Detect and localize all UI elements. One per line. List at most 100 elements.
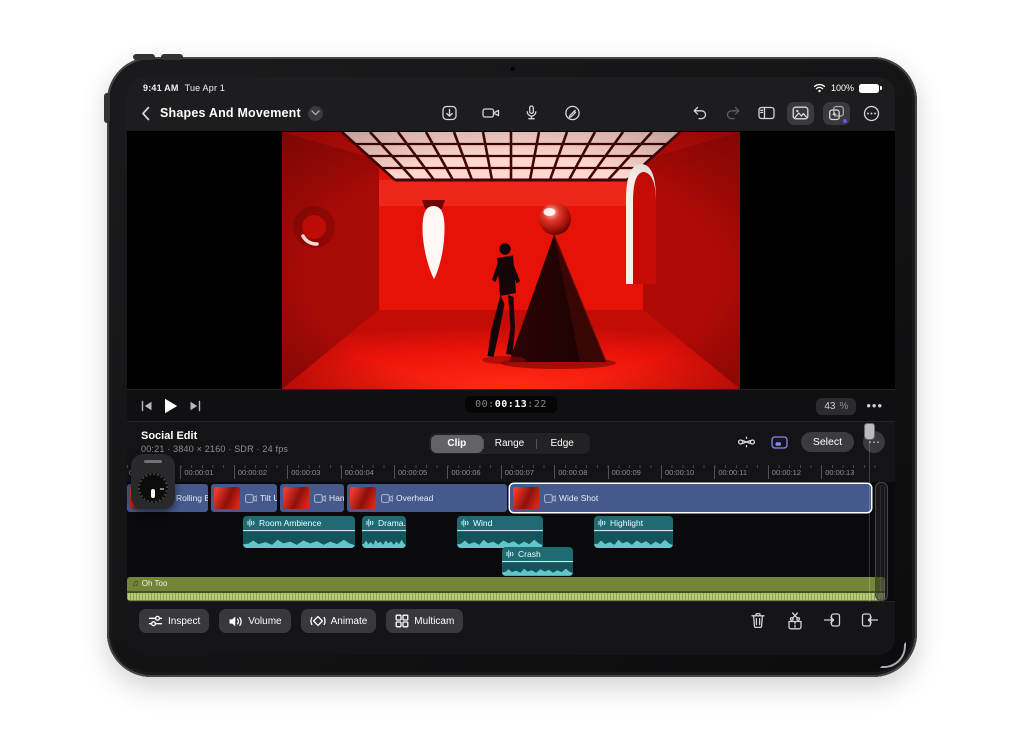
playhead-line bbox=[869, 440, 870, 602]
overwrite-icon[interactable] bbox=[857, 609, 881, 631]
video-clip-hands[interactable]: Hands bbox=[280, 484, 344, 512]
timeline-ruler[interactable]: 00:0000:00:0100:00:0200:00:0300:00:0400:… bbox=[127, 462, 885, 482]
animate-button[interactable]: Animate bbox=[301, 609, 377, 633]
multicam-icon bbox=[395, 614, 409, 628]
back-button[interactable] bbox=[141, 106, 150, 121]
trash-icon[interactable] bbox=[746, 609, 770, 631]
front-camera bbox=[509, 65, 515, 71]
audio-clip-wind[interactable]: Wind bbox=[457, 516, 543, 548]
clip-label: Wide Shot bbox=[559, 493, 598, 503]
transport-bar: 00:00:13:22 43% ••• bbox=[127, 389, 895, 421]
button-label: Volume bbox=[248, 616, 281, 627]
cut-icon[interactable] bbox=[735, 431, 759, 453]
audio-track-2: Crash bbox=[127, 547, 885, 576]
audio-waveform bbox=[594, 532, 673, 548]
ruler-label: 00:00:07 bbox=[505, 468, 534, 477]
timecode-display[interactable]: 00:00:13:22 bbox=[465, 396, 557, 413]
inspect-button[interactable]: Inspect bbox=[139, 609, 209, 633]
ruler-label: 00:00:11 bbox=[718, 468, 747, 477]
project-title[interactable]: Shapes And Movement bbox=[160, 106, 301, 120]
undo-icon[interactable] bbox=[688, 102, 712, 124]
more-icon[interactable] bbox=[859, 102, 883, 124]
multicam-button[interactable]: Multicam bbox=[386, 609, 463, 633]
split-clip-icon[interactable] bbox=[783, 609, 807, 631]
viewer-video[interactable] bbox=[282, 132, 740, 389]
ruler-label: 00:00:06 bbox=[451, 468, 480, 477]
audio-clip-drama-[interactable]: Drama... bbox=[362, 516, 406, 548]
video-track: Rolling BallTilt UpHandsOverhead Wide Sho… bbox=[127, 484, 885, 512]
timecode-hours: 00: bbox=[475, 399, 495, 410]
timeline-vertical-scrollbar[interactable] bbox=[875, 482, 888, 601]
clip-label: Rolling Ball bbox=[176, 493, 208, 503]
browser-icon[interactable] bbox=[754, 102, 778, 124]
insert-media-icon[interactable] bbox=[820, 609, 844, 631]
skip-forward-icon[interactable] bbox=[189, 400, 201, 412]
music-waveform bbox=[127, 591, 885, 600]
audio-clip-highlight[interactable]: Highlight bbox=[594, 516, 673, 548]
ruler-label: 00:00:08 bbox=[558, 468, 587, 477]
audio-waveform bbox=[243, 532, 355, 548]
clip-thumbnail bbox=[350, 487, 376, 509]
audio-waveform-icon bbox=[598, 518, 607, 528]
jog-dial[interactable] bbox=[138, 473, 168, 503]
ruler-label: 00:00:13 bbox=[825, 468, 854, 477]
wifi-icon bbox=[813, 83, 826, 93]
inspect-icon bbox=[148, 614, 163, 628]
audio-clip-crash[interactable]: Crash bbox=[502, 547, 573, 576]
animate-icon bbox=[310, 614, 326, 628]
button-label: Animate bbox=[331, 616, 368, 627]
import-icon[interactable] bbox=[438, 102, 462, 124]
pencil-icon[interactable] bbox=[561, 102, 585, 124]
effects-icon[interactable] bbox=[823, 102, 850, 125]
timeline-header: Social Edit 00:21 · 3840 × 2160 · SDR · … bbox=[127, 428, 895, 462]
play-icon[interactable] bbox=[164, 398, 178, 414]
button-label: Inspect bbox=[168, 616, 200, 627]
battery-icon bbox=[859, 84, 879, 93]
app-toolbar: Shapes And Movement bbox=[127, 95, 895, 131]
jog-dash bbox=[160, 488, 164, 490]
edit-mode-segmented-control[interactable]: ClipRangeEdge bbox=[429, 433, 590, 454]
jog-wheel[interactable] bbox=[131, 454, 175, 509]
segment-edge[interactable]: Edge bbox=[536, 435, 589, 453]
clip-label: Wind bbox=[473, 518, 492, 528]
playhead-handle[interactable] bbox=[864, 423, 875, 440]
viewer-zoom-button[interactable]: 43% bbox=[816, 398, 856, 415]
clip-label: Oh Too bbox=[142, 579, 168, 588]
select-button[interactable]: Select bbox=[801, 432, 854, 452]
jog-drag-handle[interactable] bbox=[144, 460, 162, 463]
music-note-icon: ♫ bbox=[132, 579, 139, 588]
audio-waveform-icon bbox=[506, 549, 515, 559]
jog-pointer bbox=[151, 489, 155, 498]
audio-clip-room-ambience[interactable]: Room Ambience bbox=[243, 516, 355, 548]
timeline-project-meta: 00:21 · 3840 × 2160 · SDR · 24 fps bbox=[141, 444, 288, 454]
timecode-main: 00:13 bbox=[495, 399, 528, 410]
battery-percent: 100% bbox=[831, 83, 854, 93]
mic-icon[interactable] bbox=[520, 102, 544, 124]
button-label: Multicam bbox=[414, 616, 454, 627]
video-clip-wide-shot[interactable]: Wide Shot bbox=[510, 484, 871, 512]
clip-thumbnail bbox=[283, 487, 309, 509]
viewer-more-icon[interactable]: ••• bbox=[866, 401, 883, 411]
audio-waveform bbox=[457, 532, 543, 548]
bottom-toolbar: Inspect Volume Animate Multicam bbox=[127, 601, 895, 655]
clip-thumbnail bbox=[513, 487, 539, 509]
overlay-icon[interactable] bbox=[768, 431, 792, 453]
camera-icon[interactable] bbox=[479, 102, 503, 124]
segment-clip[interactable]: Clip bbox=[431, 435, 484, 453]
page: 9:41 AMTue Apr 1 100% Shapes And Movem bbox=[0, 0, 1024, 734]
media-icon[interactable] bbox=[787, 102, 814, 125]
music-clip-oh-too[interactable]: ♫Oh Too bbox=[127, 577, 885, 601]
volume-button[interactable]: Volume bbox=[219, 609, 290, 633]
skip-back-icon[interactable] bbox=[141, 400, 153, 412]
clip-label: Highlight bbox=[610, 518, 643, 528]
ruler-label: 00:00:01 bbox=[184, 468, 213, 477]
segment-range[interactable]: Range bbox=[483, 435, 536, 453]
video-clip-tilt-up[interactable]: Tilt Up bbox=[211, 484, 277, 512]
chevron-down-icon[interactable] bbox=[308, 106, 323, 121]
ruler-label: 00:00:05 bbox=[398, 468, 427, 477]
redo-icon[interactable] bbox=[721, 102, 745, 124]
video-clip-overhead[interactable]: Overhead bbox=[347, 484, 507, 512]
status-date: Tue Apr 1 bbox=[185, 83, 226, 93]
timecode-frames: :22 bbox=[527, 399, 547, 410]
audio-waveform bbox=[502, 563, 573, 576]
